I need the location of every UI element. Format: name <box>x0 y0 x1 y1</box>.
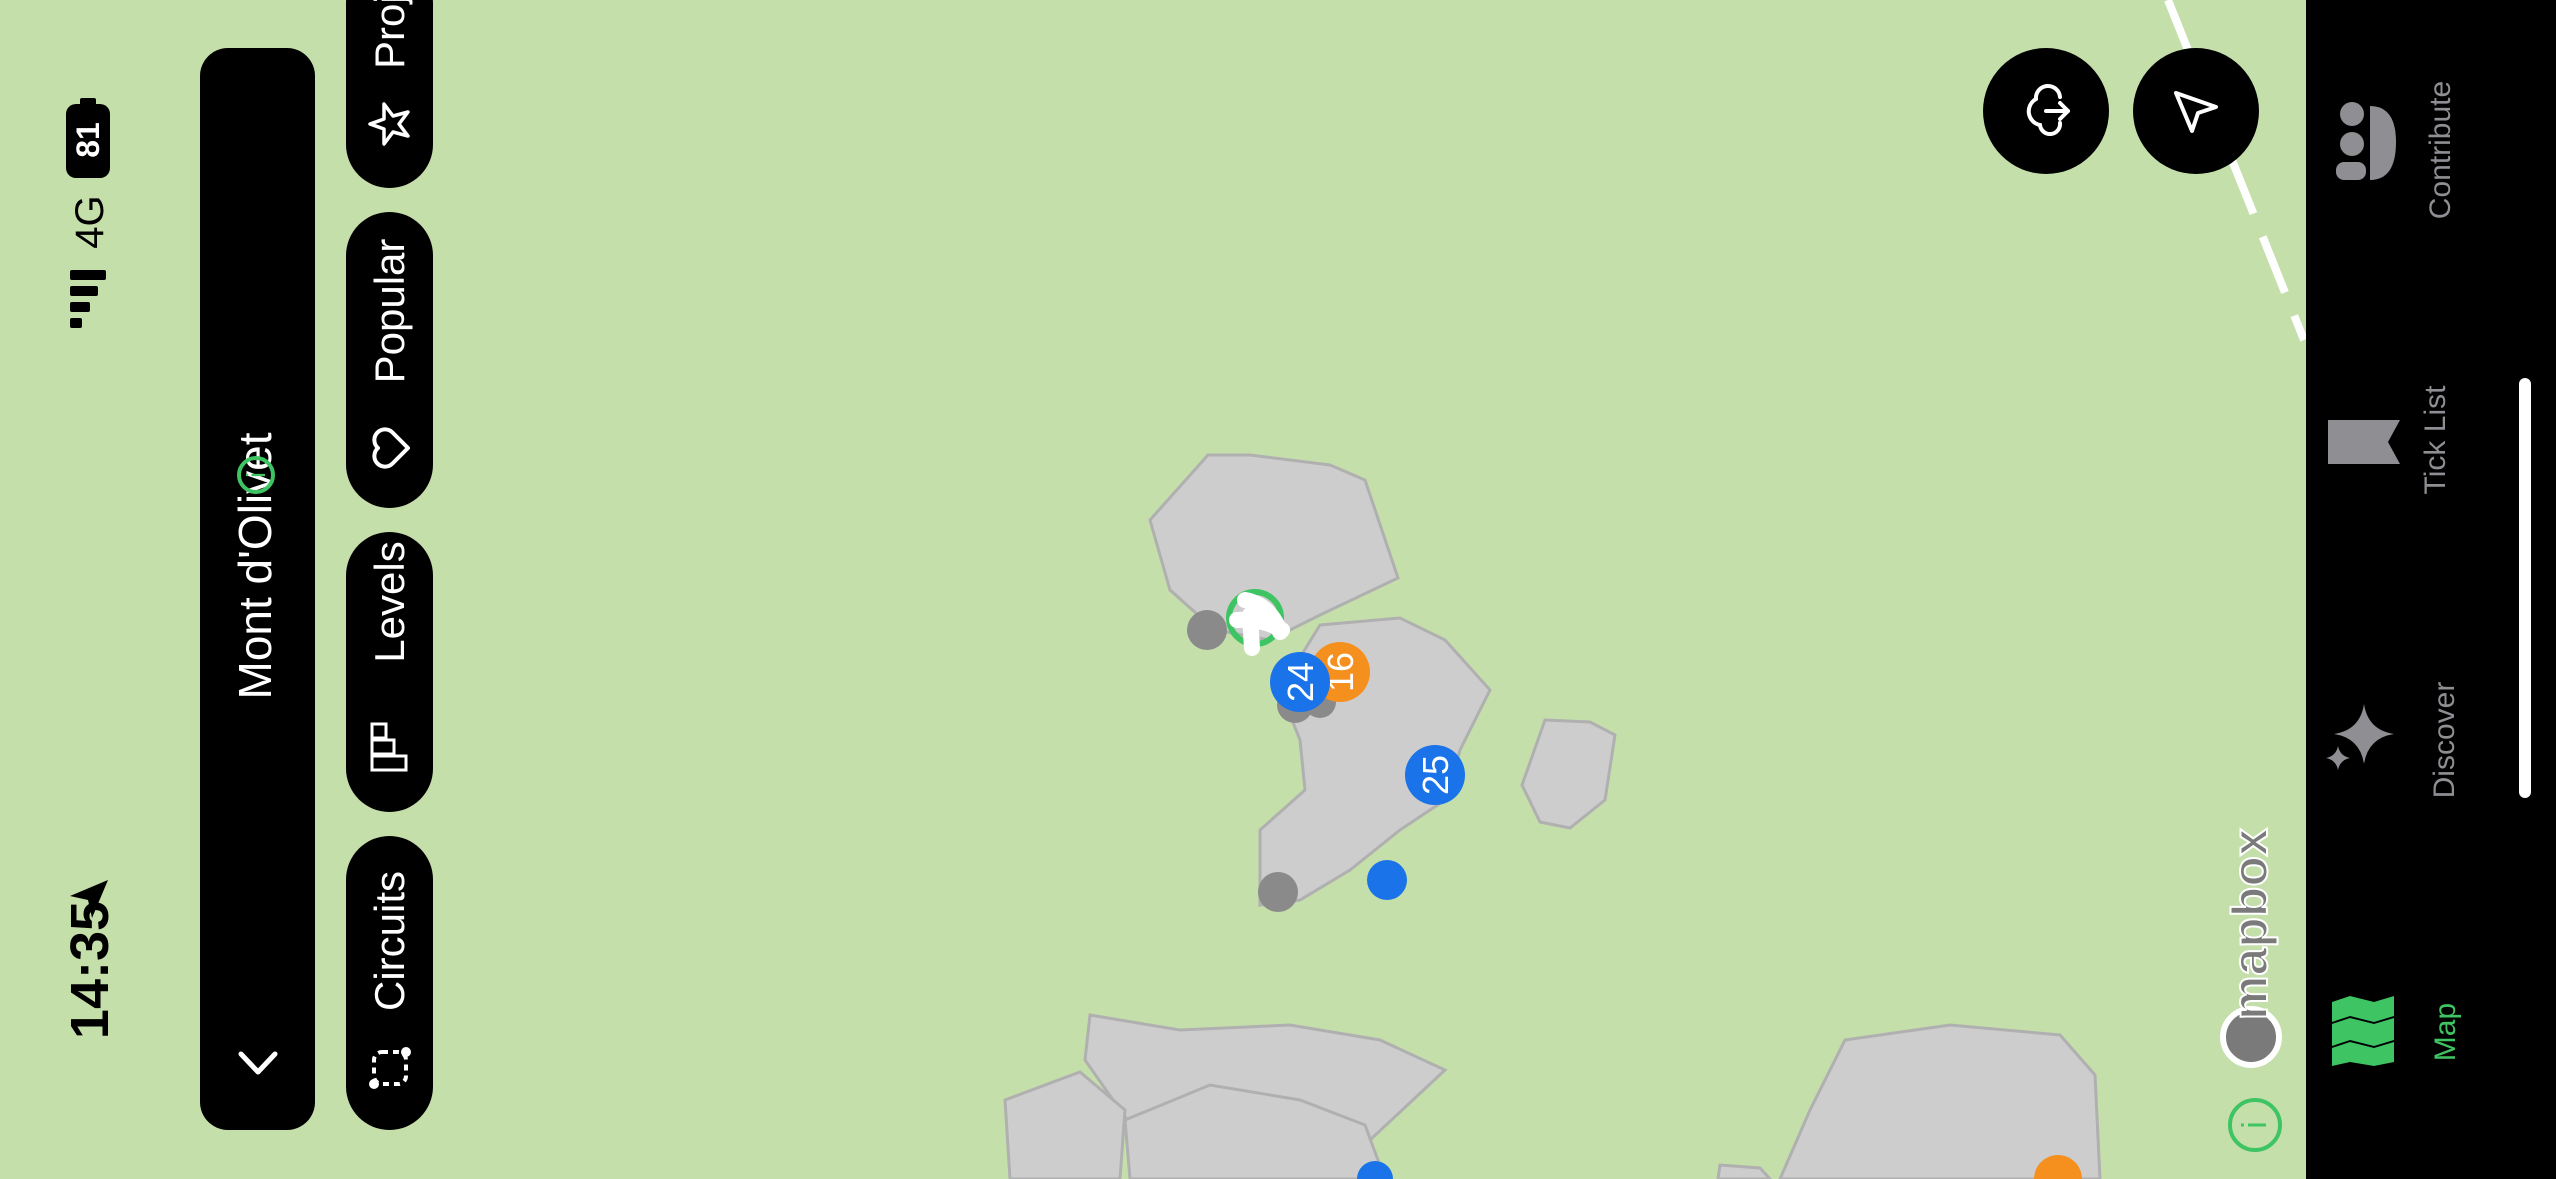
tab-label: Tick List <box>2419 385 2452 495</box>
circuit-icon <box>369 1047 411 1089</box>
star-icon <box>368 102 410 146</box>
bar-chart-icon <box>370 722 408 772</box>
map-icon <box>2332 996 2394 1066</box>
marker-label: 25 <box>1415 755 1456 795</box>
battery-indicator: 81 <box>66 104 110 178</box>
marker-24[interactable]: 24 <box>1270 652 1330 712</box>
filter-label: Circuits <box>366 871 413 1012</box>
cloud-download-icon <box>2026 84 2070 136</box>
filter-label: Proj <box>366 0 413 69</box>
home-indicator <box>2519 378 2531 798</box>
tab-tick-list[interactable]: Tick List <box>2306 360 2506 520</box>
tab-bar: Map Discover Tick List Contribute <box>2306 0 2556 1179</box>
filter-label: Popular <box>366 238 413 384</box>
signal-icon <box>70 270 110 334</box>
tab-discover[interactable]: Discover <box>2306 650 2506 830</box>
network-type: 4G <box>68 195 112 249</box>
marker-25[interactable]: 25 <box>1405 745 1465 805</box>
marker-label: 24 <box>1280 662 1321 702</box>
filter-label: Levels <box>366 541 413 663</box>
tab-label: Contribute <box>2424 80 2457 220</box>
info-icon[interactable]: i <box>237 456 275 494</box>
tab-label: Discover <box>2428 681 2461 799</box>
boulder-shape[interactable] <box>1520 718 1617 830</box>
location-arrow-icon <box>2174 91 2218 133</box>
problem-dot[interactable] <box>1258 872 1298 912</box>
mapbox-wordmark: mapbox <box>2221 827 2279 1021</box>
filter-projects-chip[interactable]: Proj <box>346 0 433 188</box>
offline-download-button[interactable] <box>1983 48 2109 174</box>
tab-contribute[interactable]: Contribute <box>2306 60 2506 240</box>
tab-label: Map <box>2429 1002 2462 1062</box>
location-arrow-icon <box>70 880 108 918</box>
problem-dot[interactable] <box>1187 610 1227 650</box>
battery-level: 81 <box>70 122 106 158</box>
chevron-down-icon[interactable] <box>235 1048 281 1078</box>
boulder-shape[interactable] <box>1716 1163 1773 1179</box>
area-title: Mont d'Olivet <box>229 432 281 700</box>
locate-me-button[interactable] <box>2133 48 2259 174</box>
problem-dot[interactable] <box>1367 860 1407 900</box>
attribution-info-icon[interactable]: i <box>2228 1098 2282 1152</box>
tab-map[interactable]: Map <box>2306 960 2506 1110</box>
filter-popular-chip[interactable]: Popular <box>346 212 433 508</box>
filter-circuits-chip[interactable]: Circuits <box>346 836 433 1130</box>
heart-icon <box>372 427 410 469</box>
sparkle-icon <box>2326 704 2394 770</box>
flag-icon <box>2328 420 2400 464</box>
people-icon <box>2336 102 2396 180</box>
area-header[interactable]: Mont d'Olivet i <box>200 48 315 1130</box>
filter-levels-chip[interactable]: Levels <box>346 532 433 812</box>
